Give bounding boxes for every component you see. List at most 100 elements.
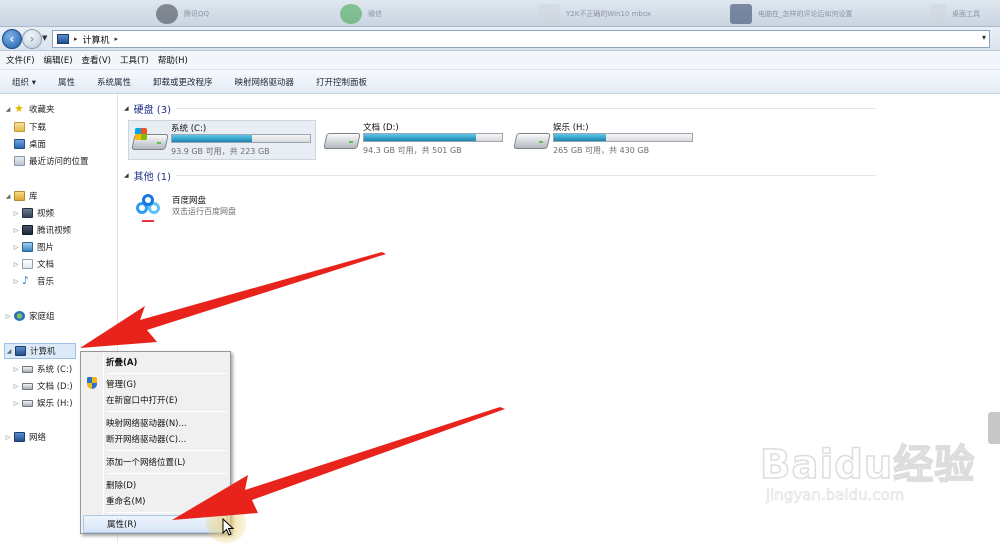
nav-homegroup[interactable]: ▷ 家庭组: [4, 308, 55, 324]
collapsed-triangle-icon[interactable]: ▷: [12, 210, 20, 217]
nav-videos[interactable]: ▷ 视频: [12, 205, 54, 221]
taskbar-item-label: 桌面工具: [952, 10, 980, 18]
expanded-triangle-icon[interactable]: ◢: [124, 105, 129, 112]
other-group-header[interactable]: ◢ 其他 (1): [124, 168, 876, 183]
drive-space-info: 93.9 GB 可用，共 223 GB: [171, 147, 270, 156]
drive-name: 系统 (C:): [171, 124, 207, 134]
nav-recent-places[interactable]: 最近访问的位置: [12, 153, 89, 169]
drive-name: 娱乐 (H:): [553, 123, 589, 133]
system-properties-button[interactable]: 系统属性: [97, 76, 131, 88]
drive-tile-h[interactable]: 娱乐 (H:) 265 GB 可用，共 430 GB: [511, 120, 699, 160]
baidu-netdisk-item[interactable]: 百度网盘 双击运行百度网盘: [132, 190, 292, 224]
nav-label: 收藏夹: [29, 105, 55, 115]
hard-drive-icon: [22, 365, 33, 373]
baidu-netdisk-icon: [134, 192, 164, 222]
uninstall-program-button[interactable]: 卸载或更改程序: [153, 76, 213, 88]
nav-documents[interactable]: ▷ 文档: [12, 256, 54, 272]
open-control-panel-button[interactable]: 打开控制面板: [316, 76, 367, 88]
nav-tencent-video[interactable]: ▷ 腾讯视频: [12, 222, 71, 238]
expanded-triangle-icon[interactable]: ◢: [124, 172, 129, 179]
forward-button[interactable]: ›: [22, 29, 42, 49]
menu-view[interactable]: 查看(V): [82, 54, 111, 66]
expanded-triangle-icon[interactable]: ◢: [4, 106, 12, 113]
hard-drive-icon: [323, 127, 361, 151]
nav-drive-d[interactable]: ▷ 文档 (D:): [12, 378, 73, 394]
taskbar-item[interactable]: Y2K不正确的Win10 mbox: [538, 4, 651, 24]
video-library-icon: [22, 208, 33, 218]
menu-file[interactable]: 文件(F): [6, 54, 35, 66]
breadcrumb-separator[interactable]: ▸: [74, 35, 78, 43]
ctx-disconnect-network-drive[interactable]: 断开网络驱动器(C)...: [83, 430, 228, 448]
collapsed-triangle-icon[interactable]: ▷: [12, 366, 20, 373]
nav-label: 家庭组: [29, 312, 55, 322]
collapsed-triangle-icon[interactable]: ▷: [4, 313, 12, 320]
taskbar-item[interactable]: 微信: [340, 4, 382, 24]
organize-button[interactable]: 组织 ▾: [12, 76, 36, 88]
taskbar-item[interactable]: 桌面工具: [930, 4, 980, 24]
group-divider: [175, 108, 876, 109]
collapsed-triangle-icon[interactable]: ▷: [12, 261, 20, 268]
drive-space-info: 94.3 GB 可用，共 501 GB: [363, 146, 462, 155]
file-icon: [538, 4, 560, 24]
scroll-tab[interactable]: [988, 412, 1000, 444]
nav-libraries[interactable]: ◢ 库: [4, 188, 38, 204]
expanded-triangle-icon[interactable]: ◢: [4, 193, 12, 200]
system-drive-icon: [131, 128, 169, 152]
nav-desktop[interactable]: 桌面: [12, 136, 46, 152]
hard-disks-group-header[interactable]: ◢ 硬盘 (3): [124, 101, 876, 116]
collapsed-triangle-icon[interactable]: ▷: [12, 227, 20, 234]
ctx-collapse[interactable]: 折叠(A): [83, 353, 228, 371]
qq-icon: [156, 4, 178, 24]
taskbar-item[interactable]: 腾讯QQ: [156, 4, 209, 24]
collapsed-triangle-icon[interactable]: ▷: [12, 400, 20, 407]
menu-edit[interactable]: 编辑(E): [44, 54, 73, 66]
pictures-icon: [22, 242, 33, 252]
properties-button[interactable]: 属性: [58, 76, 75, 88]
menu-separator: [107, 373, 227, 374]
nav-computer[interactable]: ◢ 计算机: [4, 343, 76, 359]
collapsed-triangle-icon[interactable]: ▷: [4, 434, 12, 441]
breadcrumb-separator[interactable]: ▸: [115, 35, 119, 43]
nav-network[interactable]: ▷ 网络: [4, 429, 46, 445]
map-network-drive-button[interactable]: 映射网络驱动器: [235, 76, 295, 88]
shield-icon: [87, 377, 97, 389]
nav-label: 网络: [29, 433, 47, 443]
item-name: 百度网盘: [172, 196, 207, 206]
hard-drive-icon: [513, 127, 551, 151]
nav-pictures[interactable]: ▷ 图片: [12, 239, 54, 255]
mouse-pointer-icon: [222, 518, 234, 536]
nav-downloads[interactable]: 下载: [12, 119, 46, 135]
menu-tools[interactable]: 工具(T): [120, 54, 149, 66]
breadcrumb-computer[interactable]: 计算机: [83, 33, 110, 46]
expanded-triangle-icon[interactable]: ◢: [5, 348, 13, 355]
documents-icon: [22, 259, 33, 269]
address-dropdown-button[interactable]: ▾: [982, 33, 986, 42]
address-input[interactable]: ▸ 计算机 ▸ ▾: [52, 30, 990, 48]
menu-help[interactable]: 帮助(H): [158, 54, 188, 66]
nav-drive-h[interactable]: ▷ 娱乐 (H:): [12, 395, 73, 411]
command-bar: 组织 ▾ 属性 系统属性 卸载或更改程序 映射网络驱动器 打开控制面板: [0, 70, 1000, 94]
recent-pages-dropdown[interactable]: ▼: [42, 34, 47, 42]
group-title: 其他 (1): [133, 172, 171, 183]
ctx-open-new-window[interactable]: 在新窗口中打开(E): [83, 391, 228, 409]
nav-label: 库: [29, 192, 38, 202]
taskbar-item[interactable]: 电脑在_怎样的评论后如何设置: [730, 4, 853, 24]
address-bar: ‹ › ▼ ▸ 计算机 ▸ ▾: [0, 27, 1000, 51]
taskbar-strip: 腾讯QQ 微信 Y2K不正确的Win10 mbox 电脑在_怎样的评论后如何设置…: [0, 0, 1000, 27]
ctx-rename[interactable]: 重命名(M): [83, 492, 228, 510]
nav-label: 娱乐 (H:): [37, 399, 73, 409]
back-button[interactable]: ‹: [2, 29, 22, 49]
hard-drive-icon: [22, 399, 33, 407]
nav-label: 最近访问的位置: [29, 157, 89, 167]
nav-drive-c[interactable]: ▷ 系统 (C:): [12, 361, 72, 377]
ctx-label: 管理(G): [106, 380, 137, 390]
collapsed-triangle-icon[interactable]: ▷: [12, 244, 20, 251]
drive-tile-c[interactable]: 系统 (C:) 93.9 GB 可用，共 223 GB: [128, 120, 316, 160]
collapsed-triangle-icon[interactable]: ▷: [12, 278, 20, 285]
taskbar-item-label: 微信: [368, 10, 382, 18]
nav-favorites[interactable]: ◢ ★ 收藏夹: [4, 101, 55, 117]
collapsed-triangle-icon[interactable]: ▷: [12, 383, 20, 390]
drive-tile-d[interactable]: 文档 (D:) 94.3 GB 可用，共 501 GB: [321, 120, 509, 160]
ctx-add-network-location[interactable]: 添加一个网络位置(L): [83, 453, 228, 471]
nav-music[interactable]: ▷ ♪ 音乐: [12, 273, 54, 289]
